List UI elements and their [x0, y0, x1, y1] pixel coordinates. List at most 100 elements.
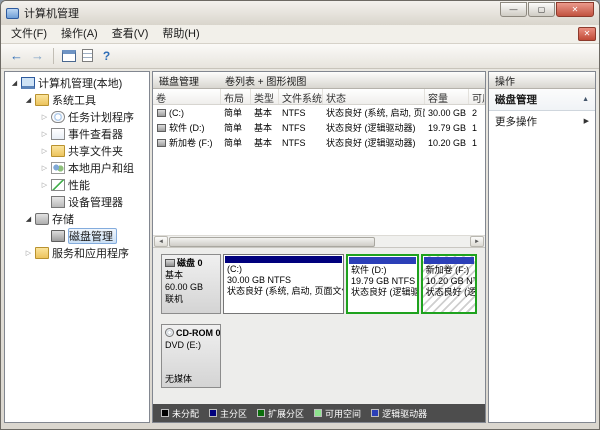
close-button[interactable]: ✕ [556, 2, 594, 17]
pane-title: 磁盘管理 [159, 73, 199, 88]
scroll-right-icon[interactable]: ► [470, 236, 484, 247]
partition-c[interactable]: (C:) 30.00 GB NTFS 状态良好 (系统, 启动, 页面文件, 活… [223, 254, 344, 314]
actions-title: 操作 [489, 72, 595, 89]
volume-icon [157, 124, 166, 132]
volume-row-d[interactable]: 软件 (D:) 简单 基本 NTFS 状态良好 (逻辑驱动器) 19.79 GB… [153, 120, 485, 135]
cd-icon [165, 328, 174, 337]
tree-item-computer-management[interactable]: ◢ 计算机管理(本地) [5, 74, 149, 91]
computer-icon [21, 77, 35, 89]
disk-0-row: 磁盘 0 基本 60.00 GB 联机 (C:) 30.00 GB NTFS 状… [161, 254, 477, 314]
tree-item-performance[interactable]: ▷ 性能 [5, 176, 149, 193]
logical-drive-strip [349, 257, 416, 264]
tree-item-system-tools[interactable]: ◢ 系统工具 [5, 91, 149, 108]
legend-primary-partition: 主分区 [209, 407, 247, 420]
primary-partition-strip [225, 256, 342, 263]
volume-list: 卷 布局 类型 文件系统 状态 容量 可用空间 (C:) 简单 基本 NTFS … [153, 89, 485, 235]
cdrom-0-label[interactable]: CD-ROM 0 DVD (E:) 无媒体 [161, 324, 221, 388]
forward-icon[interactable]: → [28, 47, 47, 66]
performance-icon [51, 179, 65, 191]
more-actions[interactable]: 更多操作 ▶ [489, 111, 595, 131]
actions-group-disk-management[interactable]: 磁盘管理 ▲ [489, 89, 595, 111]
collapse-icon[interactable]: ▷ [39, 164, 50, 172]
volume-row-f[interactable]: 新加卷 (F:) 简单 基本 NTFS 状态良好 (逻辑驱动器) 10.20 G… [153, 135, 485, 150]
tree-item-local-users-groups[interactable]: ▷ 本地用户和组 [5, 159, 149, 176]
expand-icon[interactable]: ◢ [23, 215, 34, 223]
event-viewer-icon [51, 128, 65, 140]
actions-pane: 操作 磁盘管理 ▲ 更多操作 ▶ [488, 71, 596, 423]
disk-management-pane: 磁盘管理 卷列表 + 图形视图 卷 布局 类型 文件系统 状态 容量 可用空间 … [152, 71, 486, 423]
legend-free-space: 可用空间 [314, 407, 361, 420]
media-status: 无媒体 [165, 373, 217, 385]
column-capacity[interactable]: 容量 [425, 89, 469, 104]
console-close-button[interactable]: ✕ [578, 27, 596, 41]
properties-icon[interactable] [79, 48, 96, 64]
minimize-button[interactable]: — [500, 2, 527, 17]
console-tree-icon[interactable] [60, 48, 77, 64]
expand-icon[interactable]: ◢ [9, 79, 20, 87]
partition-f-selected[interactable]: 新加卷 (F:) 10.20 GB NTFS 状态良好 (逻辑驱动器) [421, 254, 477, 314]
disk-0-label[interactable]: 磁盘 0 基本 60.00 GB 联机 [161, 254, 221, 314]
collapse-icon[interactable]: ▷ [39, 130, 50, 138]
partition-d[interactable]: 软件 (D:) 19.79 GB NTFS 状态良好 (逻辑驱动器) [346, 254, 419, 314]
legend-swatch [257, 409, 265, 417]
shared-folders-icon [51, 145, 65, 157]
disk-management-icon [51, 230, 65, 242]
toolbar-separator [53, 48, 54, 64]
column-layout[interactable]: 布局 [221, 89, 251, 104]
tree-item-shared-folders[interactable]: ▷ 共享文件夹 [5, 142, 149, 159]
tree-item-device-manager[interactable]: 设备管理器 [5, 193, 149, 210]
computer-management-window: 计算机管理 — ▢ ✕ 文件(F) 操作(A) 查看(V) 帮助(H) ✕ ← … [0, 0, 600, 430]
tree-item-task-scheduler[interactable]: ▷ 任务计划程序 [5, 108, 149, 125]
collapse-icon[interactable]: ▷ [39, 147, 50, 155]
users-icon [51, 162, 65, 174]
menu-help[interactable]: 帮助(H) [155, 25, 206, 43]
scroll-left-icon[interactable]: ◄ [154, 236, 168, 247]
menu-view[interactable]: 查看(V) [105, 25, 156, 43]
column-free-space[interactable]: 可用空间 [469, 89, 485, 104]
legend-swatch [314, 409, 322, 417]
collapse-icon[interactable]: ▷ [23, 249, 34, 257]
storage-icon [35, 213, 49, 225]
horizontal-scrollbar[interactable]: ◄ ► [153, 235, 485, 248]
expand-icon[interactable]: ◢ [23, 96, 34, 104]
tree-item-storage[interactable]: ◢ 存储 [5, 210, 149, 227]
disk-drive-icon [165, 259, 175, 267]
legend-logical-drive: 逻辑驱动器 [371, 407, 427, 420]
menu-file[interactable]: 文件(F) [4, 25, 54, 43]
column-status[interactable]: 状态 [323, 89, 425, 104]
menubar: 文件(F) 操作(A) 查看(V) 帮助(H) ✕ [1, 25, 599, 44]
pane-view-mode: 卷列表 + 图形视图 [225, 73, 306, 88]
task-scheduler-icon [51, 111, 65, 123]
legend-swatch [161, 409, 169, 417]
window-controls: — ▢ ✕ [500, 2, 594, 17]
titlebar[interactable]: 计算机管理 — ▢ ✕ [1, 1, 599, 25]
volume-row-c[interactable]: (C:) 简单 基本 NTFS 状态良好 (系统, 启动, 页面文件, 活动, … [153, 105, 485, 120]
back-icon[interactable]: ← [7, 47, 26, 66]
column-type[interactable]: 类型 [251, 89, 279, 104]
tree-item-services-applications[interactable]: ▷ 服务和应用程序 [5, 244, 149, 261]
graphical-view: 磁盘 0 基本 60.00 GB 联机 (C:) 30.00 GB NTFS 状… [153, 248, 485, 404]
console-tree: ◢ 计算机管理(本地) ◢ 系统工具 ▷ 任务计划程序 ▷ 事件查看器 ▷ [4, 71, 150, 423]
services-icon [35, 247, 49, 259]
legend-swatch [209, 409, 217, 417]
maximize-button[interactable]: ▢ [528, 2, 555, 17]
tree-item-disk-management[interactable]: 磁盘管理 [5, 227, 149, 244]
pane-header: 磁盘管理 卷列表 + 图形视图 [153, 72, 485, 89]
collapse-icon[interactable]: ▷ [39, 181, 50, 189]
tree-item-event-viewer[interactable]: ▷ 事件查看器 [5, 125, 149, 142]
scrollbar-thumb[interactable] [169, 237, 375, 247]
volume-icon [157, 109, 166, 117]
app-icon [6, 8, 19, 19]
menu-action[interactable]: 操作(A) [54, 25, 105, 43]
toolbar: ← → ? [1, 44, 599, 69]
device-manager-icon [51, 196, 65, 208]
volume-icon [157, 139, 166, 147]
legend-bar: 未分配 主分区 扩展分区 可用空间 逻辑驱动器 [153, 404, 485, 422]
collapse-icon[interactable]: ▷ [39, 113, 50, 121]
selected-tree-item[interactable]: 磁盘管理 [68, 228, 117, 244]
column-filesystem[interactable]: 文件系统 [279, 89, 323, 104]
system-tools-icon [35, 94, 49, 106]
collapse-icon[interactable]: ▲ [582, 96, 589, 103]
column-volume[interactable]: 卷 [153, 89, 221, 104]
help-icon[interactable]: ? [98, 48, 115, 64]
